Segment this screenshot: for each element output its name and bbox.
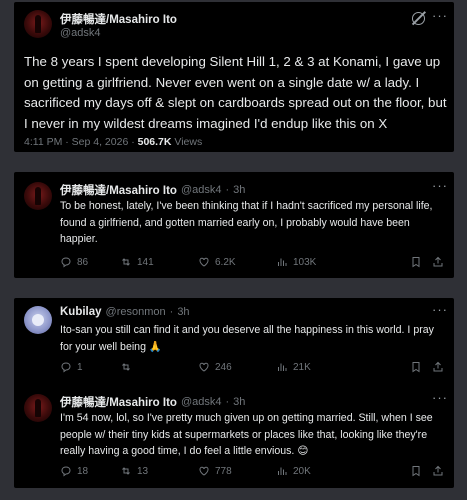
views-icon [278,363,287,371]
views-button[interactable]: 103K [276,256,354,268]
repost-icon [122,258,130,266]
reply-button[interactable]: 1 [60,361,120,373]
reply-button[interactable]: 86 [60,256,120,268]
author-handle[interactable]: @adsk4 [60,27,101,39]
reply-count: 86 [77,256,89,268]
action-bar: 18 13 778 20K [60,465,354,477]
repost-icon [122,467,130,475]
views-button[interactable]: 21K [276,361,354,373]
like-button[interactable]: 246 [198,361,276,373]
views-button[interactable]: 20K [276,465,354,477]
views-icon [278,467,287,475]
separator: · [169,306,174,318]
reply-thread-card: Kubilay @resonmon · 3h ··· Ito-san you s… [14,298,454,488]
reply-text: I'm 54 now, lol, so I've pretty much giv… [60,412,433,457]
views-count: 21K [293,361,311,373]
repost-count: 141 [137,256,154,268]
extra-actions [410,256,444,268]
like-button[interactable]: 778 [198,465,276,477]
more-icon[interactable]: ··· [432,390,448,405]
reply-age[interactable]: 3h [177,306,189,318]
action-bar: 86 141 6.2K 103K [60,256,354,268]
like-icon [199,466,209,476]
share-icon[interactable] [432,256,444,268]
author-name[interactable]: Kubilay [60,306,102,318]
like-count: 778 [215,465,232,477]
reply-age[interactable]: 3h [233,184,245,196]
views-label: Views [171,136,203,148]
post-time[interactable]: 4:11 PM · Sep 4, 2026 · [24,136,138,148]
like-button[interactable]: 6.2K [198,256,276,268]
repost-count: 13 [137,465,149,477]
reply-count: 1 [77,361,83,373]
reply-icon [61,466,71,477]
bookmark-icon[interactable] [410,361,422,373]
views-count: 506.7K [137,136,172,148]
main-post-card: 伊藤暢達/Masahiro Ito @adsk4 ··· The 8 years… [14,2,454,152]
grok-icon[interactable] [412,12,425,25]
more-icon[interactable]: ··· [432,302,448,317]
author-avatar[interactable] [24,182,52,210]
reply-card: 伊藤暢達/Masahiro Ito @adsk4 · 3h ··· To be … [14,172,454,278]
reply-header: Kubilay @resonmon · 3h [60,306,190,318]
author-handle[interactable]: @adsk4 [181,396,222,408]
reply-header: 伊藤暢達/Masahiro Ito @adsk4 · 3h [60,394,245,410]
views-count: 20K [293,465,311,477]
repost-button[interactable]: 141 [120,256,198,268]
post-meta: 4:11 PM · Sep 4, 2026 · 506.7K Views [24,136,202,148]
bookmark-icon[interactable] [410,256,422,268]
like-count: 6.2K [215,256,236,268]
reply-icon [61,362,71,373]
reply-icon [61,257,71,268]
reply-count: 18 [77,465,89,477]
repost-button[interactable]: 13 [120,465,198,477]
reply-text: Ito-san you still can find it and you de… [60,324,434,353]
views-count: 103K [293,256,317,268]
share-icon[interactable] [432,465,444,477]
author-avatar[interactable] [24,394,52,422]
author-avatar[interactable] [24,306,52,334]
views-icon [278,258,287,266]
bookmark-icon[interactable] [410,465,422,477]
action-bar: 1 246 21K [60,361,354,373]
like-icon [199,362,209,372]
author-handle[interactable]: @resonmon [106,306,166,318]
author-handle[interactable]: @adsk4 [181,184,222,196]
author-name[interactable]: 伊藤暢達/Masahiro Ito [60,11,177,27]
reply-age[interactable]: 3h [233,396,245,408]
separator: · [225,396,230,408]
reply-header: 伊藤暢達/Masahiro Ito @adsk4 · 3h [60,182,245,198]
more-icon[interactable]: ··· [432,178,448,193]
reply-text: To be honest, lately, I've been thinking… [60,200,433,245]
separator: · [225,184,230,196]
author-name[interactable]: 伊藤暢達/Masahiro Ito [60,182,177,198]
like-icon [199,257,209,267]
author-avatar[interactable] [24,10,52,38]
extra-actions [410,465,444,477]
reply-button[interactable]: 18 [60,465,120,477]
extra-actions [410,361,444,373]
share-icon[interactable] [432,361,444,373]
like-count: 246 [215,361,232,373]
author-name[interactable]: 伊藤暢達/Masahiro Ito [60,394,177,410]
post-text: The 8 years I spent developing Silent Hi… [24,54,447,131]
repost-button[interactable] [120,361,198,373]
more-icon[interactable]: ··· [432,8,448,23]
repost-icon [122,363,130,371]
